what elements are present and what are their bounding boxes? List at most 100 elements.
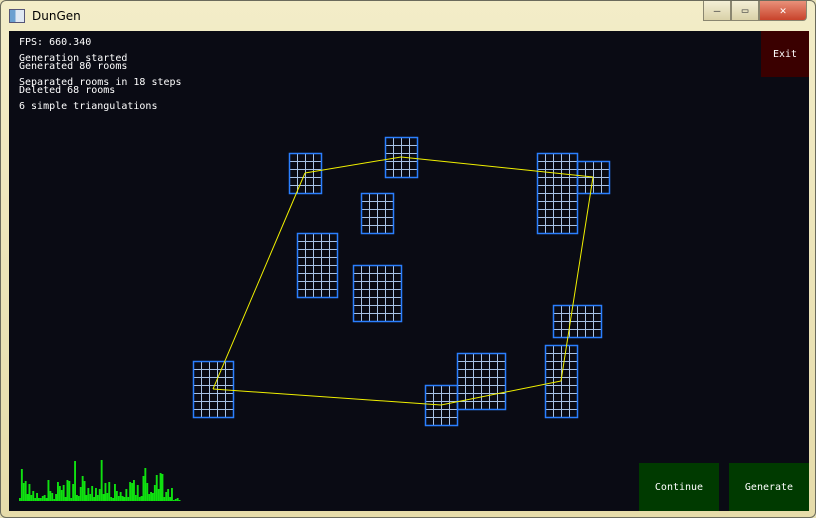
frame-time-bar	[96, 495, 99, 501]
minimize-button[interactable]: —	[703, 1, 731, 21]
frame-time-bar	[123, 497, 126, 501]
frame-time-bar	[53, 499, 56, 501]
frame-time-bar	[89, 494, 92, 501]
room	[552, 304, 603, 339]
frame-time-bar	[110, 497, 113, 501]
generate-button[interactable]: Generate	[729, 463, 809, 511]
frame-time-bar	[134, 495, 137, 501]
frame-time-bar	[38, 498, 40, 501]
close-button[interactable]: ✕	[759, 1, 807, 21]
frame-time-bar	[178, 500, 181, 501]
frame-time-bar	[100, 460, 103, 501]
frame-time-bar	[55, 494, 57, 501]
frame-time-bar	[66, 480, 69, 501]
frame-time-bar	[57, 482, 59, 501]
room	[456, 352, 507, 411]
frame-time-bar	[172, 500, 175, 501]
frame-time-bar	[60, 490, 63, 501]
frame-time-bar	[163, 497, 166, 501]
frame-time-bar	[74, 461, 76, 501]
frame-time-bar	[153, 485, 156, 501]
log-panel: FPS: 660.340 Generation started Generate…	[19, 37, 182, 112]
frame-time-bar	[138, 497, 141, 501]
frame-time-bar	[121, 496, 124, 501]
frame-time-bar	[117, 496, 120, 501]
frame-time-bar	[79, 487, 82, 501]
frame-time-bar	[148, 494, 151, 501]
frame-time-bar	[91, 486, 94, 501]
frame-time-bar	[36, 493, 38, 501]
frame-time-bar	[83, 481, 86, 501]
frame-time-bar	[41, 496, 44, 501]
frame-time-bar	[81, 476, 84, 501]
frame-time-bar	[20, 469, 23, 501]
frame-time-bar	[24, 481, 27, 501]
frame-time-bar	[104, 483, 107, 501]
frame-time-bar	[174, 499, 177, 501]
frame-time-bar	[34, 498, 37, 501]
continue-button[interactable]: Continue	[639, 463, 719, 511]
fps-readout: FPS: 660.340	[19, 37, 92, 48]
triangulation-edge	[212, 388, 442, 406]
frame-time-bar	[76, 495, 78, 501]
frame-time-bar	[58, 486, 61, 501]
frame-time-bar	[32, 491, 35, 501]
frame-time-bar	[131, 483, 133, 501]
render-canvas: FPS: 660.340 Generation started Generate…	[9, 31, 809, 511]
frame-time-bar	[155, 475, 158, 501]
frame-time-bar	[39, 498, 42, 501]
frame-time-bar	[43, 495, 46, 501]
frame-time-bar	[119, 492, 122, 501]
log-line: 6 simple triangulations	[19, 101, 158, 112]
frame-time-bar	[125, 489, 128, 501]
frame-time-bar	[102, 494, 105, 501]
frame-time-bar	[136, 485, 139, 501]
room	[360, 192, 395, 235]
room	[544, 344, 579, 419]
frame-time-bar	[26, 494, 29, 501]
frame-time-bar	[68, 481, 71, 501]
frame-time-bar	[77, 496, 80, 501]
frame-time-bar	[159, 473, 162, 501]
frame-time-bar	[169, 497, 171, 501]
frame-time-bar	[127, 497, 130, 501]
frame-time-bar	[146, 483, 149, 501]
frame-time-bar	[108, 482, 111, 501]
frame-time-bar	[47, 480, 50, 501]
frame-time-bar	[30, 495, 33, 501]
frame-time-bar	[49, 491, 52, 501]
room	[296, 232, 339, 299]
frame-time-bar	[161, 474, 164, 501]
frame-time-bar	[64, 497, 67, 501]
frame-time-bar	[87, 488, 90, 501]
window-title: DunGen	[32, 9, 81, 23]
room	[352, 264, 403, 323]
triangulation-edge	[212, 172, 306, 390]
frame-time-bar	[152, 493, 154, 501]
maximize-button[interactable]: ▭	[731, 1, 759, 21]
frame-time-bar	[129, 482, 132, 501]
room	[536, 152, 579, 235]
frame-time-bar	[98, 489, 101, 501]
frame-time-bar	[142, 476, 145, 501]
frame-time-bar	[144, 468, 147, 501]
frame-time-bar	[167, 489, 170, 501]
frame-time-bar	[95, 488, 97, 501]
frame-time-bar	[112, 498, 114, 501]
log-line: Deleted 68 rooms	[19, 85, 116, 96]
triangulation-edge	[304, 156, 402, 174]
frame-time-bar	[70, 498, 73, 501]
frame-time-bar	[19, 498, 21, 501]
frame-time-bar	[62, 485, 65, 501]
frame-time-bar	[51, 493, 54, 501]
frame-time-bar	[157, 489, 160, 501]
frame-time-bar	[140, 496, 143, 501]
window: DunGen — ▭ ✕ FPS: 660.340 Generation sta…	[0, 0, 816, 518]
exit-button[interactable]: Exit	[761, 31, 809, 77]
frame-time-bar	[171, 488, 173, 501]
frame-time-bar	[85, 495, 88, 501]
frame-time-bar	[114, 484, 116, 501]
app-icon	[9, 9, 25, 23]
frame-time-bar	[28, 484, 31, 501]
frame-time-bar	[22, 483, 25, 501]
